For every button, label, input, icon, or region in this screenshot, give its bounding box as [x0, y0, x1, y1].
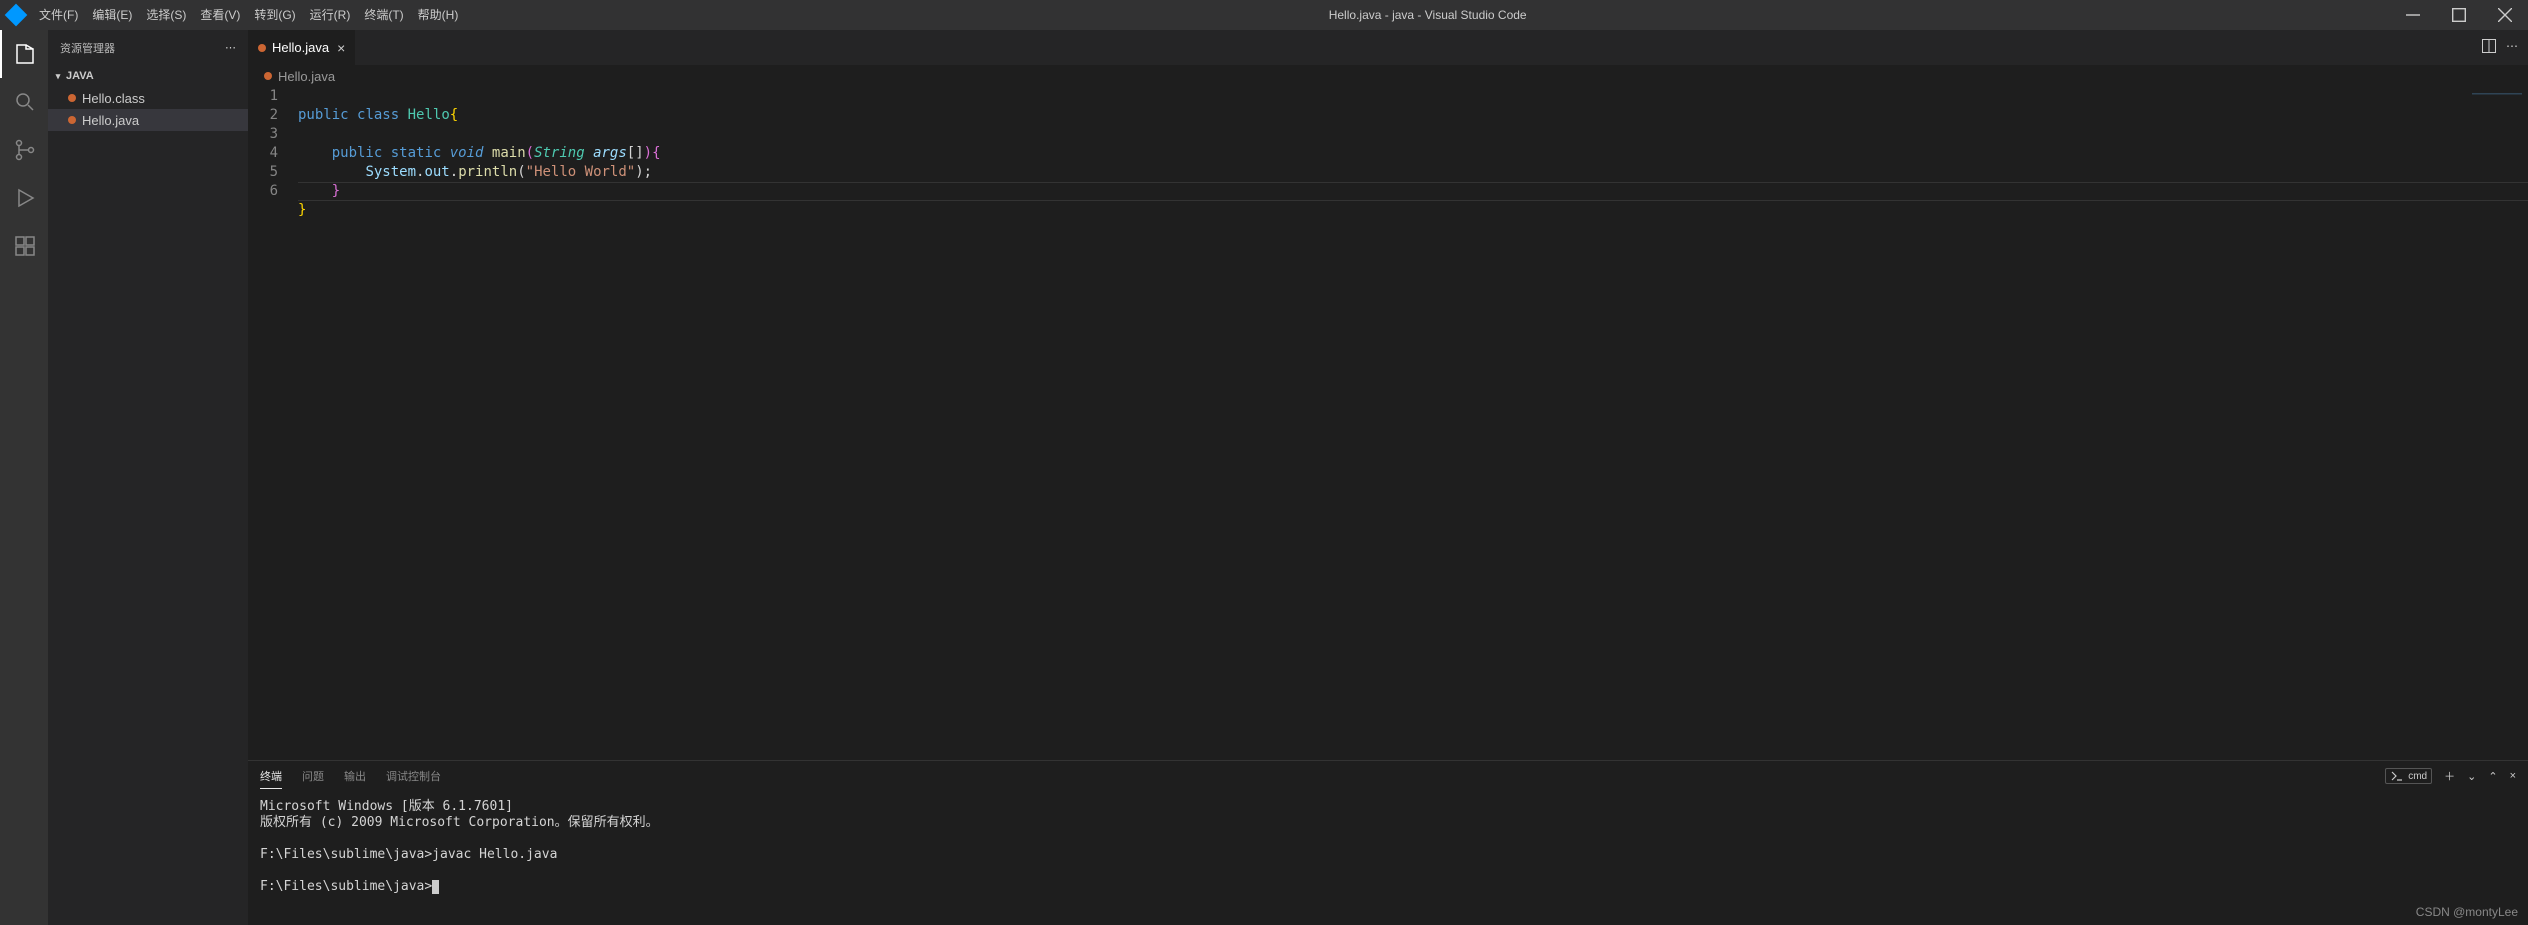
minimap[interactable] [2472, 93, 2522, 108]
close-button[interactable] [2482, 0, 2528, 30]
line-number: 4 [248, 144, 298, 163]
code-content[interactable]: public class Hello{ public static void m… [298, 87, 2528, 760]
chevron-down-icon: ▾ [52, 71, 64, 82]
tabs-bar: Hello.java × ⋯ [248, 30, 2528, 65]
vscode-icon [5, 4, 28, 27]
file-item-hello-java[interactable]: Hello.java [48, 109, 248, 131]
split-editor-icon[interactable] [2482, 39, 2496, 56]
editor-body[interactable]: 1 2 3 4 5 6 public class Hello{ public s… [248, 87, 2528, 760]
minimize-button[interactable] [2390, 0, 2436, 30]
panel-tab-debug-console[interactable]: 调试控制台 [386, 764, 441, 788]
folder-header[interactable]: ▾ JAVA [48, 65, 248, 87]
panel-tab-terminal[interactable]: 终端 [260, 764, 282, 789]
sidebar: 资源管理器 ⋯ ▾ JAVA Hello.class Hello.java [48, 30, 248, 925]
breadcrumb-label: Hello.java [278, 69, 335, 84]
file-item-hello-class[interactable]: Hello.class [48, 87, 248, 109]
activity-bar [0, 30, 48, 925]
menu-view[interactable]: 查看(V) [193, 0, 247, 30]
window-title: Hello.java - java - Visual Studio Code [465, 8, 2390, 22]
new-terminal-icon[interactable]: ＋ [2444, 768, 2455, 784]
explorer-icon[interactable] [0, 30, 48, 78]
sidebar-title: 资源管理器 [60, 40, 225, 56]
menu-edit[interactable]: 编辑(E) [85, 0, 139, 30]
terminal-shell-selector[interactable]: cmd [2385, 768, 2432, 784]
maximize-panel-icon[interactable]: ⌃ [2488, 770, 2497, 783]
menu-run[interactable]: 运行(R) [303, 0, 358, 30]
java-file-icon [258, 44, 266, 52]
extensions-icon[interactable] [0, 222, 48, 270]
close-panel-icon[interactable]: × [2510, 770, 2516, 782]
title-bar: 文件(F) 编辑(E) 选择(S) 查看(V) 转到(G) 运行(R) 终端(T… [0, 0, 2528, 30]
file-name: Hello.java [82, 113, 139, 128]
source-control-icon[interactable] [0, 126, 48, 174]
panel-tab-problems[interactable]: 问题 [302, 764, 324, 788]
menu-goto[interactable]: 转到(G) [247, 0, 302, 30]
tab-label: Hello.java [272, 40, 329, 55]
tab-close-icon[interactable]: × [337, 40, 345, 56]
java-file-icon [264, 72, 272, 80]
tabs-actions: ⋯ [2482, 39, 2528, 56]
menu-select[interactable]: 选择(S) [139, 0, 193, 30]
java-class-icon [68, 94, 76, 102]
maximize-button[interactable] [2436, 0, 2482, 30]
line-number: 5 [248, 163, 298, 182]
run-debug-icon[interactable] [0, 174, 48, 222]
window-controls [2390, 0, 2528, 30]
terminal-dropdown-icon[interactable]: ⌄ [2467, 770, 2476, 783]
main-area: 资源管理器 ⋯ ▾ JAVA Hello.class Hello.java He… [0, 30, 2528, 925]
line-number: 1 [248, 87, 298, 106]
panel-actions: cmd ＋ ⌄ ⌃ × [2385, 768, 2516, 784]
menu-bar: 文件(F) 编辑(E) 选择(S) 查看(V) 转到(G) 运行(R) 终端(T… [32, 0, 465, 30]
panel-tabs: 终端 问题 输出 调试控制台 cmd ＋ ⌄ ⌃ × [248, 761, 2528, 791]
menu-file[interactable]: 文件(F) [32, 0, 85, 30]
breadcrumb[interactable]: Hello.java [248, 65, 2528, 87]
menu-help[interactable]: 帮助(H) [411, 0, 466, 30]
panel-tab-output[interactable]: 输出 [344, 764, 366, 788]
file-name: Hello.class [82, 91, 145, 106]
menu-terminal[interactable]: 终端(T) [357, 0, 410, 30]
tab-hello-java[interactable]: Hello.java × [248, 30, 356, 65]
search-icon[interactable] [0, 78, 48, 126]
sidebar-more-icon[interactable]: ⋯ [225, 41, 236, 54]
line-number: 6 [248, 182, 298, 201]
more-actions-icon[interactable]: ⋯ [2506, 39, 2518, 56]
watermark: CSDN @montyLee [2416, 905, 2518, 919]
editor-area: Hello.java × ⋯ Hello.java 1 2 3 4 5 6 pu… [248, 30, 2528, 925]
line-gutter: 1 2 3 4 5 6 [248, 87, 298, 760]
terminal-content[interactable]: Microsoft Windows [版本 6.1.7601] 版权所有 (c)… [248, 791, 2528, 925]
line-number: 2 [248, 106, 298, 125]
explorer-section: ▾ JAVA Hello.class Hello.java [48, 65, 248, 131]
line-number: 3 [248, 125, 298, 144]
terminal-cursor [432, 880, 439, 894]
sidebar-header: 资源管理器 ⋯ [48, 30, 248, 65]
terminal-panel: 终端 问题 输出 调试控制台 cmd ＋ ⌄ ⌃ × Microsoft Win… [248, 760, 2528, 925]
folder-name: JAVA [66, 70, 94, 82]
java-file-icon [68, 116, 76, 124]
